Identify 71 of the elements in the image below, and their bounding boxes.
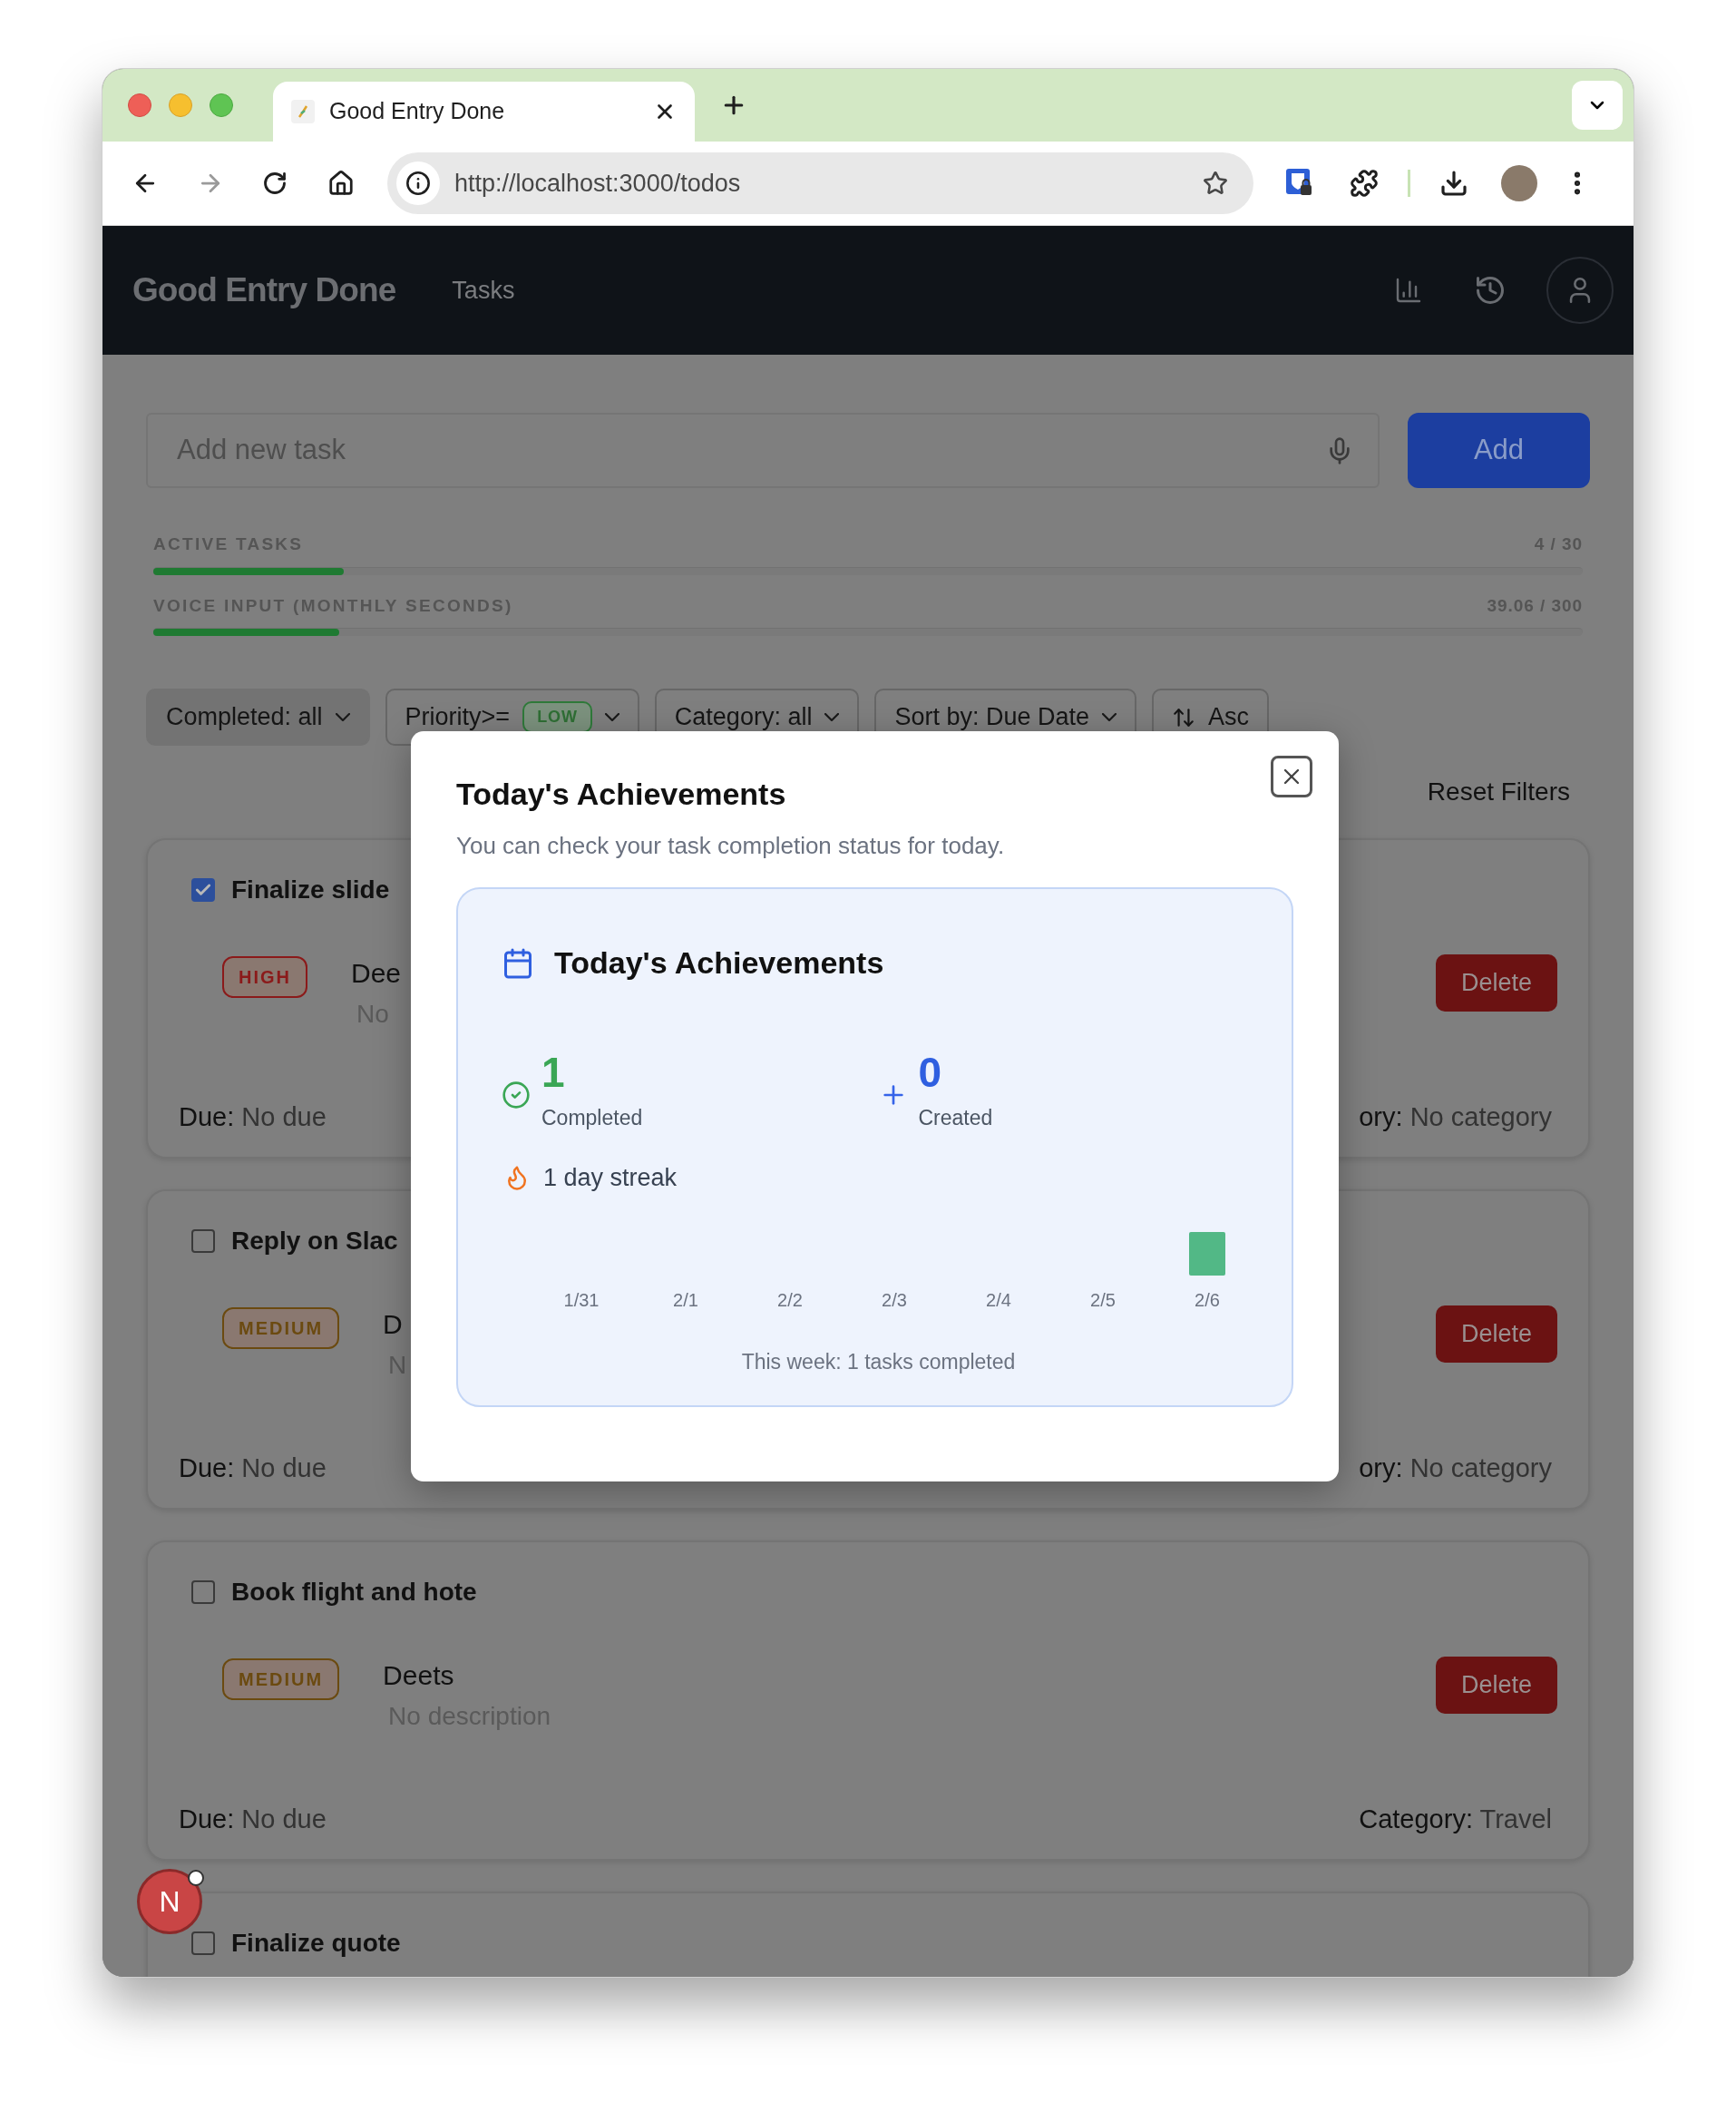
stat-value: 0 — [918, 1051, 943, 1093]
task-title: Reply on Slac — [231, 1226, 398, 1256]
delete-button[interactable]: Delete — [1436, 954, 1557, 1012]
due-date: Due: No due — [179, 1803, 327, 1835]
delete-button[interactable]: Delete — [1436, 1657, 1557, 1714]
download-icon[interactable] — [1439, 169, 1468, 198]
url-text: http://localhost:3000/todos — [454, 168, 742, 199]
task-name: Dee — [351, 957, 402, 990]
chevron-down-icon — [824, 713, 840, 721]
panel-title: Today's Achievements — [554, 944, 884, 982]
history-icon[interactable] — [1474, 274, 1507, 307]
app-logo[interactable]: Good Entry Done — [132, 265, 396, 316]
priority-badge: LOW — [522, 701, 592, 733]
task-title: Book flight and hote — [231, 1577, 477, 1608]
axis-label: 2/5 — [1090, 1290, 1116, 1310]
axis-label: 2/2 — [777, 1290, 803, 1310]
calendar-icon — [502, 946, 534, 980]
info-icon[interactable] — [405, 171, 431, 196]
task-category: ory: No category — [1359, 1452, 1552, 1484]
priority-badge: HIGH — [222, 956, 307, 998]
reload-icon[interactable] — [262, 171, 288, 196]
task-category: Category: Travel — [1359, 1803, 1552, 1835]
tab-title: Good Entry Done — [329, 97, 506, 126]
home-icon[interactable] — [327, 170, 355, 197]
star-icon[interactable] — [1203, 171, 1228, 196]
task-checkbox[interactable] — [191, 1580, 215, 1604]
due-date: Due: No due — [179, 1100, 327, 1133]
axis-label: 2/1 — [673, 1290, 698, 1310]
chevron-down-icon — [335, 713, 350, 721]
chevron-down-icon — [1102, 713, 1117, 721]
axis-label: 2/6 — [1195, 1290, 1220, 1310]
task-category: ory: No category — [1359, 1100, 1552, 1133]
close-button[interactable] — [1271, 756, 1312, 797]
priority-badge: MEDIUM — [222, 1658, 340, 1700]
chevron-down-icon — [604, 713, 619, 721]
shield-lock-icon[interactable] — [1286, 169, 1313, 198]
address-bar[interactable]: http://localhost:3000/todos — [387, 152, 1253, 214]
task-checkbox[interactable] — [191, 1229, 215, 1253]
check-circle-icon — [502, 1080, 531, 1110]
close-window-icon[interactable] — [128, 93, 151, 117]
puzzle-icon[interactable] — [1350, 169, 1379, 198]
task-title: Finalize slide — [231, 875, 390, 905]
axis-label: 1/31 — [563, 1290, 600, 1310]
filter-dropdown[interactable]: Completed: all — [146, 689, 370, 746]
profile-button[interactable] — [1546, 257, 1614, 324]
chart-bar — [1189, 1232, 1225, 1276]
add-button[interactable]: Add — [1408, 413, 1590, 488]
maximize-window-icon[interactable] — [210, 93, 233, 117]
bar-chart-icon[interactable] — [1394, 276, 1423, 305]
stat-value: 1 — [541, 1051, 566, 1093]
stat-label: Created — [918, 1105, 993, 1131]
task-checkbox[interactable] — [191, 878, 215, 902]
nav-link[interactable]: Tasks — [452, 271, 515, 309]
task-name: Deets — [383, 1659, 455, 1692]
tab-list-button[interactable] — [1572, 81, 1623, 130]
due-date: Due: No due — [179, 1452, 327, 1484]
dialog-title: Today's Achievements — [456, 776, 787, 813]
browser-tab[interactable]: Good Entry Done — [273, 82, 695, 142]
axis-label: 2/3 — [882, 1290, 907, 1310]
favicon-icon — [291, 100, 315, 123]
weekly-summary: This week: 1 tasks completed — [740, 1349, 1017, 1375]
stat-label: Completed — [541, 1105, 643, 1131]
delete-button[interactable]: Delete — [1436, 1305, 1557, 1363]
task-name: D — [383, 1308, 404, 1341]
priority-badge: MEDIUM — [222, 1307, 340, 1349]
streak-text: 1 day streak — [543, 1162, 678, 1193]
reset-filters-button[interactable]: Reset Filters — [1427, 773, 1570, 811]
dialog-subtitle: You can check your task completion status for today. — [456, 831, 1006, 861]
task-title: Finalize quote — [231, 1928, 401, 1959]
axis-label: 2/4 — [986, 1290, 1011, 1310]
task-checkbox[interactable] — [191, 1931, 215, 1955]
